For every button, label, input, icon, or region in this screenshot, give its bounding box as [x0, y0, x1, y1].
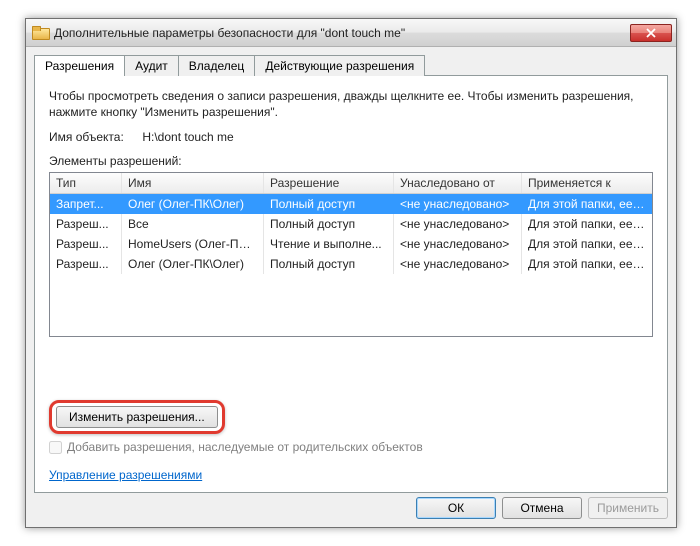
close-button[interactable] — [630, 24, 672, 42]
cell-permission: Полный доступ — [264, 194, 394, 214]
cell-inherited: <не унаследовано> — [394, 234, 522, 254]
tab-owner[interactable]: Владелец — [178, 55, 256, 76]
cell-name: Олег (Олег-ПК\Олег) — [122, 254, 264, 274]
header-name[interactable]: Имя — [122, 173, 264, 193]
list-label: Элементы разрешений: — [49, 154, 653, 168]
cell-type: Запрет... — [50, 194, 122, 214]
cell-type: Разреш... — [50, 254, 122, 274]
close-icon — [647, 29, 655, 37]
tabbar: Разрешения Аудит Владелец Действующие ра… — [34, 55, 668, 76]
cell-applies: Для этой папки, ее под... — [522, 194, 652, 214]
intro-text: Чтобы просмотреть сведения о записи разр… — [49, 88, 653, 120]
table-row[interactable]: Запрет...Олег (Олег-ПК\Олег)Полный досту… — [50, 194, 652, 214]
cell-inherited: <не унаследовано> — [394, 254, 522, 274]
table-row[interactable]: Разреш...HomeUsers (Олег-ПК\H...Чтение и… — [50, 234, 652, 254]
cell-name: Все — [122, 214, 264, 234]
security-dialog: Дополнительные параметры безопасности дл… — [25, 18, 677, 528]
header-inherited[interactable]: Унаследовано от — [394, 173, 522, 193]
cell-applies: Для этой папки, ее под... — [522, 254, 652, 274]
list-header: Тип Имя Разрешение Унаследовано от Приме… — [50, 173, 652, 194]
tab-audit[interactable]: Аудит — [124, 55, 179, 76]
cell-type: Разреш... — [50, 234, 122, 254]
cell-permission: Полный доступ — [264, 254, 394, 274]
inherit-checkbox — [49, 441, 62, 454]
change-permissions-button[interactable]: Изменить разрешения... — [56, 406, 218, 428]
cell-applies: Для этой папки, ее под... — [522, 214, 652, 234]
table-row[interactable]: Разреш...Олег (Олег-ПК\Олег)Полный досту… — [50, 254, 652, 274]
folder-icon — [32, 26, 48, 40]
cell-permission: Полный доступ — [264, 214, 394, 234]
cell-type: Разреш... — [50, 214, 122, 234]
inherit-checkbox-label: Добавить разрешения, наследуемые от роди… — [67, 440, 423, 454]
cell-permission: Чтение и выполне... — [264, 234, 394, 254]
tab-pane: Чтобы просмотреть сведения о записи разр… — [34, 75, 668, 493]
inherit-checkbox-row: Добавить разрешения, наследуемые от роди… — [49, 440, 423, 454]
object-label: Имя объекта: — [49, 130, 139, 144]
cell-inherited: <не унаследовано> — [394, 214, 522, 234]
cell-name: HomeUsers (Олег-ПК\H... — [122, 234, 264, 254]
highlight-ring: Изменить разрешения... — [49, 400, 225, 434]
apply-button: Применить — [588, 497, 668, 519]
header-permission[interactable]: Разрешение — [264, 173, 394, 193]
dialog-buttons: ОК Отмена Применить — [416, 497, 668, 519]
permissions-list[interactable]: Тип Имя Разрешение Унаследовано от Приме… — [49, 172, 653, 337]
titlebar[interactable]: Дополнительные параметры безопасности дл… — [26, 19, 676, 47]
manage-permissions-link[interactable]: Управление разрешениями — [49, 468, 202, 482]
header-applies[interactable]: Применяется к — [522, 173, 652, 193]
cancel-button[interactable]: Отмена — [502, 497, 582, 519]
tab-permissions[interactable]: Разрешения — [34, 55, 125, 76]
cell-inherited: <не унаследовано> — [394, 194, 522, 214]
table-row[interactable]: Разреш...ВсеПолный доступ<не унаследован… — [50, 214, 652, 234]
cell-name: Олег (Олег-ПК\Олег) — [122, 194, 264, 214]
tab-effective[interactable]: Действующие разрешения — [254, 55, 425, 76]
window-title: Дополнительные параметры безопасности дл… — [54, 26, 630, 40]
cell-applies: Для этой папки, ее под... — [522, 234, 652, 254]
object-value: H:\dont touch me — [142, 130, 233, 144]
object-row: Имя объекта: H:\dont touch me — [49, 130, 653, 144]
ok-button[interactable]: ОК — [416, 497, 496, 519]
header-type[interactable]: Тип — [50, 173, 122, 193]
